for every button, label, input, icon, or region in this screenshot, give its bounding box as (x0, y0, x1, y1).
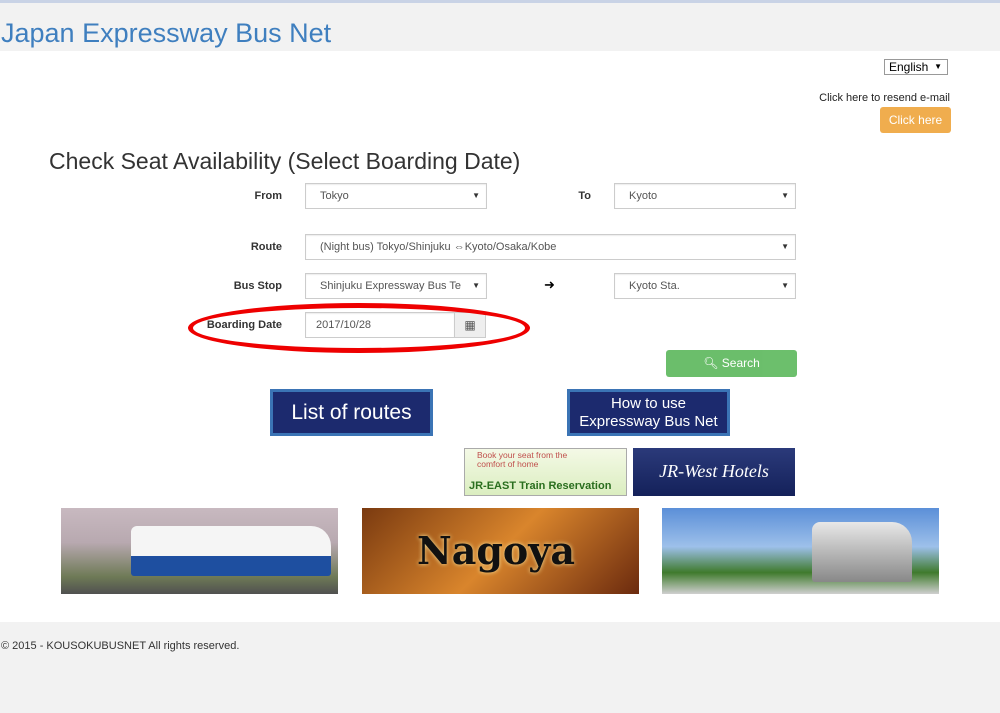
busstop-to-value: Kyoto Sta. (629, 280, 680, 292)
language-value: English (889, 60, 929, 74)
search-button[interactable]: 🔍︎ Search (666, 350, 797, 377)
site-brand[interactable]: Japan Expressway Bus Net (1, 18, 331, 49)
caret-icon: ▼ (781, 281, 789, 290)
busstop-from-select[interactable]: Shinjuku Expressway Bus Te ▼ (305, 273, 487, 299)
caret-icon: ▼ (781, 242, 789, 251)
jreast-tagline: Book your seat from the comfort of home (477, 450, 568, 469)
bus-image (812, 522, 912, 582)
footer-copyright: © 2015 - KOUSOKUBUSNET All rights reserv… (1, 640, 240, 652)
jr-west-hotels-banner[interactable]: JR-West Hotels (633, 448, 795, 496)
bus-photo-1[interactable] (61, 508, 338, 594)
jreast-title: JR-EAST Train Reservation (469, 480, 612, 492)
nagoya-banner[interactable]: Nagoya (362, 508, 639, 594)
main-content: English ▼ Click here to resend e-mail Cli… (0, 51, 1000, 622)
busstop-from-value: Shinjuku Expressway Bus Te (320, 280, 462, 292)
howto-line2: Expressway Bus Net (579, 412, 718, 430)
nagoya-title: Nagoya (417, 528, 575, 573)
route-select[interactable]: (Night bus) Tokyo/Shinjuku ⇔Kyoto/Osaka/… (305, 234, 796, 260)
caret-icon: ▼ (472, 281, 480, 290)
top-border (0, 0, 1000, 3)
search-label: Search (721, 356, 760, 370)
route-label: Route (250, 241, 282, 253)
arrow-right-icon: ➜ (544, 277, 555, 292)
to-value: Kyoto (629, 190, 658, 202)
caret-icon: ▼ (934, 62, 942, 71)
to-label: To (578, 190, 591, 202)
list-of-routes-banner[interactable]: List of routes (270, 389, 433, 436)
from-label: From (254, 190, 283, 202)
language-select[interactable]: English ▼ (884, 59, 948, 75)
caret-icon: ▼ (472, 191, 480, 200)
caret-icon: ▼ (781, 191, 789, 200)
search-icon: 🔍︎ (703, 356, 719, 370)
how-to-use-banner[interactable]: How to use Expressway Bus Net (567, 389, 730, 436)
resend-button[interactable]: Click here (880, 107, 951, 133)
highlight-ellipse (188, 303, 530, 353)
busstop-label: Bus Stop (233, 280, 282, 292)
resend-text: Click here to resend e-mail (819, 92, 950, 104)
to-select[interactable]: Kyoto ▼ (614, 183, 796, 209)
route-value: (Night bus) Tokyo/Shinjuku ⇔Kyoto/Osaka/… (320, 241, 557, 253)
busstop-to-select[interactable]: Kyoto Sta. ▼ (614, 273, 796, 299)
page-title: Check Seat Availability (Select Boarding… (49, 148, 521, 174)
jr-east-banner[interactable]: Book your seat from the comfort of home … (464, 448, 627, 496)
bus-image (131, 526, 331, 576)
from-value: Tokyo (320, 190, 349, 202)
osaka-castle-photo[interactable] (662, 508, 939, 594)
from-select[interactable]: Tokyo ▼ (305, 183, 487, 209)
howto-line1: How to use (610, 394, 687, 412)
